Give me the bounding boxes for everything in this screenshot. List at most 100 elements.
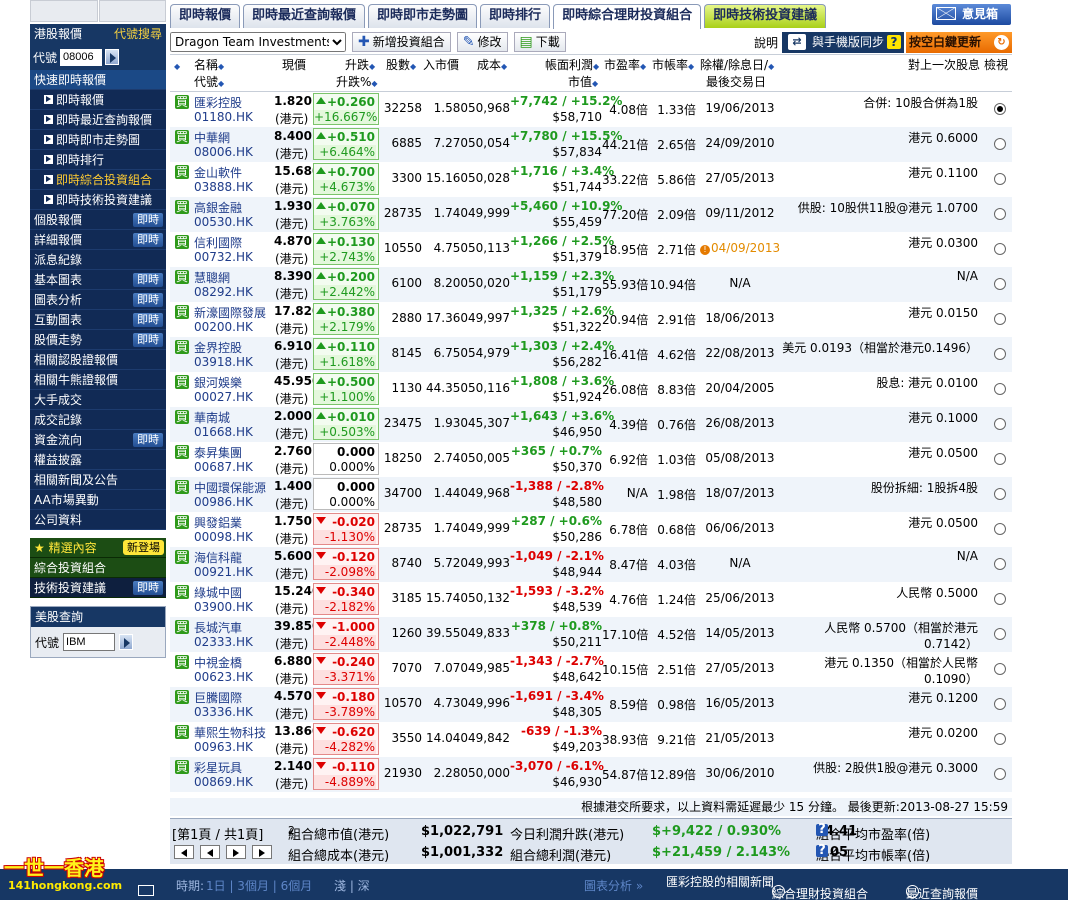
help-link[interactable]: 說明 xyxy=(754,34,778,51)
stock-name-link[interactable]: 高銀金融 xyxy=(194,199,242,216)
stock-code-link[interactable]: 00963.HK xyxy=(194,740,253,754)
stock-name-link[interactable]: 金界控股 xyxy=(194,339,242,356)
stock-code-link[interactable]: 00921.HK xyxy=(194,565,253,579)
view-radio[interactable] xyxy=(994,523,1006,535)
sidebar-item[interactable]: 詳細報價 即時 xyxy=(30,230,166,250)
buy-button[interactable]: 買 xyxy=(175,515,189,529)
tab-tech-advice[interactable]: 即時技術投資建議 xyxy=(704,4,827,28)
stock-name-link[interactable]: 泰昇集團 xyxy=(194,444,242,461)
stock-code-link[interactable]: 00623.HK xyxy=(194,670,253,684)
col-cost[interactable]: 成本◆ xyxy=(477,58,507,74)
view-radio[interactable] xyxy=(994,488,1006,500)
stock-code-link[interactable]: 01180.HK xyxy=(194,110,253,124)
sidebar-sub-item[interactable]: 即時技術投資建議 xyxy=(30,190,166,210)
buy-button[interactable]: 買 xyxy=(175,655,189,669)
view-radio[interactable] xyxy=(994,558,1006,570)
col-name[interactable]: 名稱◆ xyxy=(194,58,224,74)
stock-name-link[interactable]: 華熙生物科技 xyxy=(194,724,266,741)
us-go-button[interactable] xyxy=(119,634,134,650)
view-radio[interactable] xyxy=(994,278,1006,290)
stock-name-link[interactable]: 新濠國際發展 xyxy=(194,304,266,321)
buy-button[interactable]: 買 xyxy=(175,585,189,599)
sidebar-item[interactable]: 相關新聞及公告 xyxy=(30,470,166,490)
view-radio[interactable] xyxy=(994,243,1006,255)
sidebar-item[interactable]: 資金流向 即時 xyxy=(30,430,166,450)
sidebar-item[interactable]: 互動圖表 即時 xyxy=(30,310,166,330)
stock-code-link[interactable]: 00986.HK xyxy=(194,495,253,509)
stock-name-link[interactable]: 匯彩控股 xyxy=(194,94,242,111)
sidebar-sub-item-active[interactable]: 即時綜合投資組合 xyxy=(30,170,166,190)
stock-code-link[interactable]: 02333.HK xyxy=(194,635,253,649)
stock-code-link[interactable]: 00200.HK xyxy=(194,320,253,334)
chart-analysis-link[interactable]: 圖表分析 » xyxy=(584,877,643,894)
buy-button[interactable]: 買 xyxy=(175,375,189,389)
buy-button[interactable]: 買 xyxy=(175,410,189,424)
sidebar-item-quick-quote[interactable]: 快速即時報價 xyxy=(30,70,166,90)
view-radio[interactable] xyxy=(994,138,1006,150)
col-entry[interactable]: 入市價 xyxy=(423,58,459,72)
stock-name-link[interactable]: 興發鋁業 xyxy=(194,514,242,531)
stock-code-link[interactable]: 00869.HK xyxy=(194,775,253,789)
sidebar-item[interactable]: 相關牛熊證報價 xyxy=(30,370,166,390)
stock-name-link[interactable]: 慧聰網 xyxy=(194,269,230,286)
related-news-link[interactable]: 匯彩控股的相關新聞 xyxy=(666,873,774,890)
stock-name-link[interactable]: 中華網 xyxy=(194,129,230,146)
tab-realtime-quote[interactable]: 即時報價 xyxy=(170,4,241,28)
col-change[interactable]: 升跌◆ xyxy=(345,58,375,74)
question-icon[interactable]: ? xyxy=(816,844,828,857)
period-links[interactable]: 1日 | 3個月 | 6個月 xyxy=(206,877,312,894)
sidebar-sub-item[interactable]: 即時最近查詢報價 xyxy=(30,110,166,130)
view-radio[interactable] xyxy=(994,418,1006,430)
col-pe[interactable]: 市盈率◆ xyxy=(604,58,646,74)
stock-code-link[interactable]: 01668.HK xyxy=(194,425,253,439)
buy-button[interactable]: 買 xyxy=(175,725,189,739)
sidebar-item[interactable]: 大手成交 xyxy=(30,390,166,410)
view-radio[interactable] xyxy=(994,383,1006,395)
stock-code-link[interactable]: 00027.HK xyxy=(194,390,253,404)
tab-recent-quotes[interactable]: 即時最近查詢報價 xyxy=(243,4,366,28)
view-radio[interactable] xyxy=(994,768,1006,780)
sidebar-item[interactable]: 成交記錄 xyxy=(30,410,166,430)
stock-name-link[interactable]: 綠城中國 xyxy=(194,584,242,601)
stock-code-link[interactable]: 03888.HK xyxy=(194,180,253,194)
stock-code-link[interactable]: 08292.HK xyxy=(194,285,253,299)
col-price[interactable]: 現價 xyxy=(282,58,306,72)
buy-button[interactable]: 買 xyxy=(175,760,189,774)
theme-links[interactable]: 淺 | 深 xyxy=(334,877,370,894)
stock-name-link[interactable]: 中視金橋 xyxy=(194,654,242,671)
buy-button[interactable]: 買 xyxy=(175,305,189,319)
view-radio[interactable] xyxy=(994,103,1006,115)
refresh-button[interactable]: 按空白鍵更新 ↻ xyxy=(906,32,1012,53)
col-exdate[interactable]: 除權/除息日/◆ xyxy=(700,58,774,74)
sidebar-item[interactable]: 權益披露 xyxy=(30,450,166,470)
stock-name-link[interactable]: 中國環保能源 xyxy=(194,479,266,496)
stock-code-link[interactable]: 03918.HK xyxy=(194,355,253,369)
feedback-button[interactable]: 意見箱 xyxy=(932,4,1011,25)
col-pl[interactable]: 帳面利潤◆ xyxy=(545,58,599,74)
view-radio[interactable] xyxy=(994,208,1006,220)
tab-ranking[interactable]: 即時排行 xyxy=(480,4,551,28)
sync-mobile-button[interactable]: ⇄ 與手機版同步? xyxy=(782,32,904,53)
col-change-pct[interactable]: 升跌%◆ xyxy=(336,75,378,91)
prev-page-button[interactable] xyxy=(200,845,220,859)
sidebar-item[interactable]: AA市場異動 xyxy=(30,490,166,510)
add-portfolio-button[interactable]: ✚ 新增投資組合 xyxy=(352,32,451,52)
stock-name-link[interactable]: 華南城 xyxy=(194,409,230,426)
view-radio[interactable] xyxy=(994,453,1006,465)
go-button[interactable] xyxy=(105,49,120,65)
last-page-button[interactable] xyxy=(252,845,272,859)
sidebar-item[interactable]: 相關認股證報價 xyxy=(30,350,166,370)
view-radio[interactable] xyxy=(994,733,1006,745)
buy-button[interactable]: 買 xyxy=(175,480,189,494)
view-radio[interactable] xyxy=(994,698,1006,710)
sidebar-item[interactable]: 派息紀錄 xyxy=(30,250,166,270)
sidebar-item[interactable]: 圖表分析 即時 xyxy=(30,290,166,310)
buy-button[interactable]: 買 xyxy=(175,165,189,179)
stock-name-link[interactable]: 海信科龍 xyxy=(194,549,242,566)
view-radio[interactable] xyxy=(994,593,1006,605)
next-page-button[interactable] xyxy=(226,845,246,859)
col-mv[interactable]: 市值◆ xyxy=(568,75,598,91)
download-button[interactable]: ▤ 下載 xyxy=(513,32,566,52)
sidebar-sub-item[interactable]: 即時排行 xyxy=(30,150,166,170)
col-code[interactable]: 代號◆ xyxy=(194,75,224,91)
